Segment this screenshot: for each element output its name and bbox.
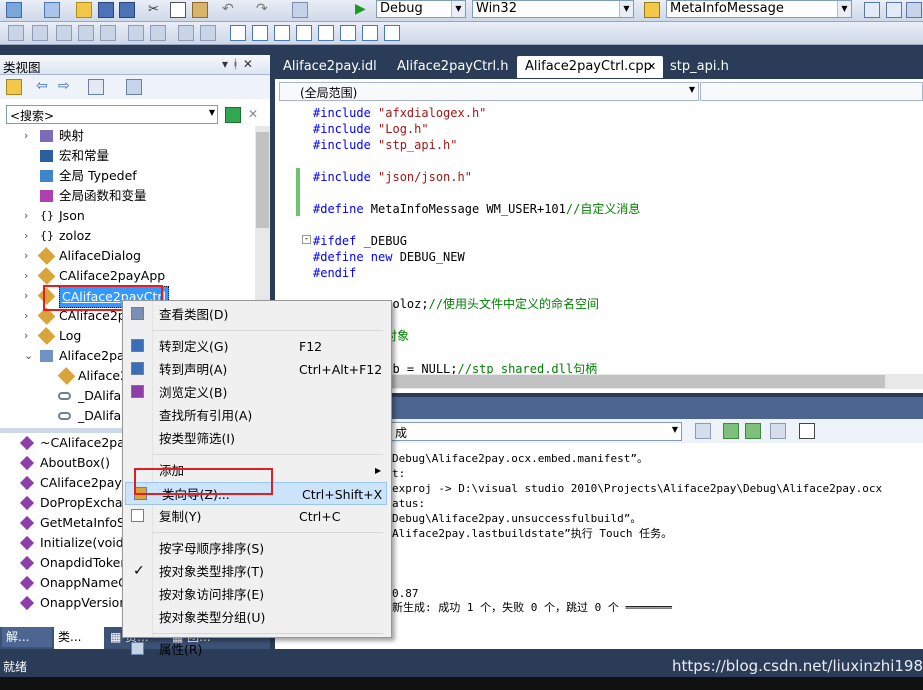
menu-item-shortcut: F12 <box>299 339 323 354</box>
menu-item-label: 按字母顺序排序(S) <box>159 541 265 556</box>
menu-item-label: 查找所有引用(A) <box>159 408 253 423</box>
menu-item-label: 转到声明(A) <box>159 362 228 377</box>
menu-separator <box>153 532 383 533</box>
menu-item[interactable]: ✓ 按对象类型排序(T) <box>123 560 387 583</box>
menu-item-label: 复制(Y) <box>159 509 202 524</box>
class-diagram-icon <box>131 307 144 320</box>
output-line: Aliface2pay.lastbuildstate”执行 Touch 任务。 <box>392 527 673 540</box>
submenu-arrow-icon: ▶ <box>375 466 382 475</box>
output-line: 新生成: 成功 1 个，失败 0 个，跳过 0 个 ═══════ <box>392 601 672 614</box>
menu-item[interactable]: 转到声明(A) Ctrl+Alt+F12 <box>123 358 387 381</box>
menu-item-label: 按类型筛选(I) <box>159 431 235 446</box>
menu-item-shortcut: Ctrl+C <box>299 509 341 524</box>
output-line: atus: <box>392 497 426 510</box>
output-line: 0.87 <box>392 587 419 600</box>
menu-item-label: 按对象访问排序(E) <box>159 587 265 602</box>
output-line: Debug\Aliface2pay.ocx.embed.manifest”。 <box>392 452 649 465</box>
status-text: 就绪 <box>3 660 28 674</box>
menu-item-label: 属性(R) <box>159 642 203 657</box>
highlight-box-classwizard <box>134 468 273 495</box>
go-to-definition-icon <box>131 339 144 352</box>
checkmark-icon: ✓ <box>133 563 145 579</box>
menu-item[interactable]: 转到定义(G) F12 <box>123 335 387 358</box>
output-line: t: <box>392 467 406 480</box>
menu-separator <box>153 633 383 634</box>
browse-definition-icon <box>131 385 144 398</box>
menu-item-label: 转到定义(G) <box>159 339 229 354</box>
copy-icon <box>131 509 144 522</box>
menu-item[interactable]: 查找所有引用(A) <box>123 404 387 427</box>
menu-item-label: 浏览定义(B) <box>159 385 228 400</box>
menu-item[interactable]: 复制(Y) Ctrl+C <box>123 505 387 528</box>
menu-separator <box>153 330 383 331</box>
go-to-declaration-icon <box>131 362 144 375</box>
menu-item[interactable]: 属性(R) <box>123 638 387 661</box>
menu-item[interactable]: 按对象访问排序(E) <box>123 583 387 606</box>
menu-separator <box>153 454 383 455</box>
menu-item[interactable]: 查看类图(D) <box>123 303 387 326</box>
menu-item-shortcut: Ctrl+Shift+X <box>302 487 383 502</box>
menu-item-label: 按对象类型排序(T) <box>159 564 264 579</box>
menu-item-label: 查看类图(D) <box>159 307 229 322</box>
menu-item-label: 按对象类型分组(U) <box>159 610 266 625</box>
menu-item[interactable]: 按对象类型分组(U) <box>123 606 387 629</box>
properties-icon <box>131 642 144 655</box>
menu-item-shortcut: Ctrl+Alt+F12 <box>299 362 383 377</box>
watermark: https://blog.csdn.net/liuxinzhi1982 <box>672 657 923 675</box>
menu-item[interactable]: 浏览定义(B) <box>123 381 387 404</box>
taskbar-strip <box>0 677 923 690</box>
output-line: exproj -> D:\visual studio 2010\Projects… <box>392 482 883 495</box>
menu-item[interactable]: 按类型筛选(I) <box>123 427 387 450</box>
output-line: Debug\Aliface2pay.unsuccessfulbuild”。 <box>392 512 642 525</box>
menu-item[interactable]: 按字母顺序排序(S) <box>123 537 387 560</box>
